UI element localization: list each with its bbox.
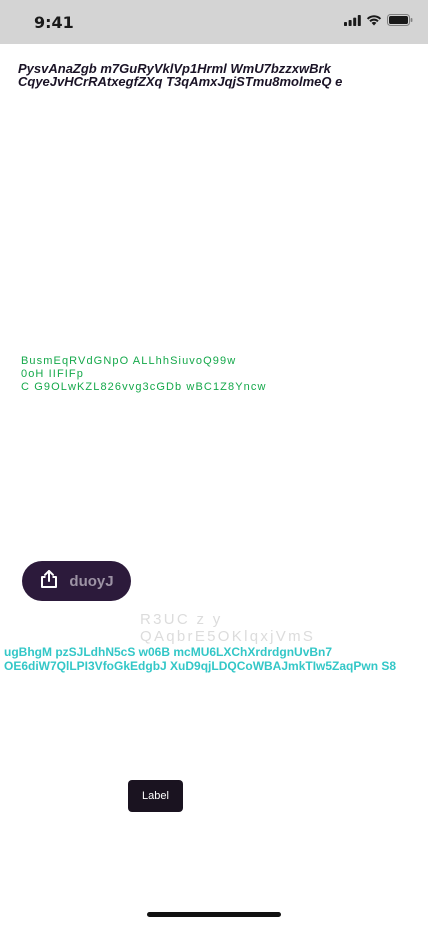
signal-icon [344,13,361,31]
green-text-block: BusmEqRVdGNpO ALLhhSiuvoQ99w 0oH IIFIFp … [21,355,321,394]
wifi-icon [366,13,382,31]
status-bar: 9:41 [0,0,428,44]
faint-text-line: R3UC z y [140,611,223,628]
status-icons [344,13,413,31]
header-text: PysvAnaZgb m7GuRyVklVp1Hrml WmU7bzzxwBrk… [18,61,343,89]
faint-text-line: QAqbrE5OKlqxjVmS [140,628,316,645]
faint-text-block: R3UC z y QAqbrE5OKlqxjVmS [140,611,380,645]
share-button-label: duoyJ [69,572,114,590]
share-icon [39,569,59,594]
battery-icon [387,13,413,31]
label-button[interactable]: Label [128,780,183,812]
home-indicator [147,912,281,917]
status-time: 9:41 [34,13,74,32]
green-text-line: C G9OLwKZL826vvg3cGDb wBC1Z8Yncw [21,381,267,393]
green-text-line: BusmEqRVdGNpO ALLhhSiuvoQ99w [21,355,237,367]
share-button[interactable]: duoyJ [22,561,131,601]
green-text-line: 0oH IIFIFp [21,368,84,380]
teal-text-block: ugBhgM pzSJLdhN5cS w06B mcMU6LXChXrdrdgn… [4,645,397,673]
